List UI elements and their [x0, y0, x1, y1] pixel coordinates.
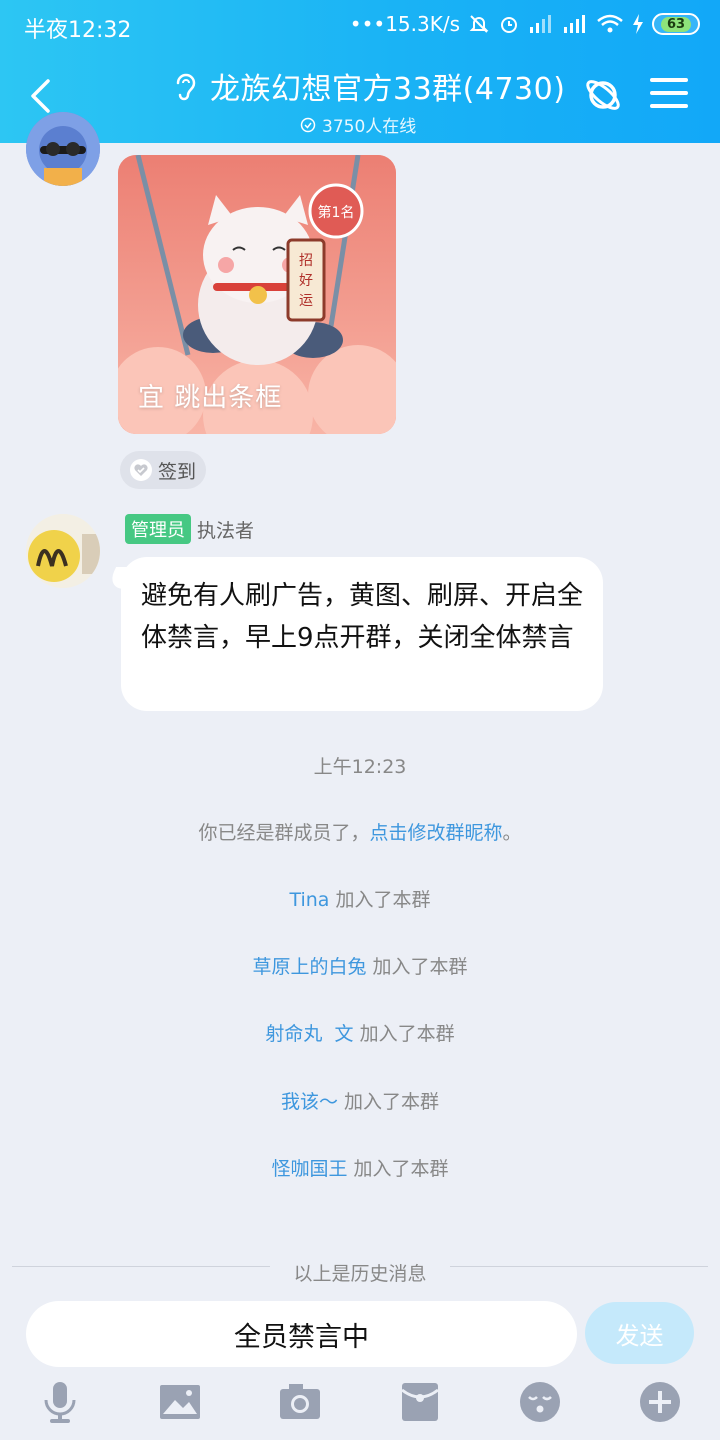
member-name-link[interactable]: 射命丸 文: [265, 1023, 353, 1045]
edit-nickname-link[interactable]: 点击修改群昵称: [369, 822, 502, 844]
avatar[interactable]: [26, 112, 100, 186]
member-name-link[interactable]: Tina: [289, 889, 329, 911]
plus-icon[interactable]: [638, 1380, 682, 1424]
cat-avatar-icon: [26, 112, 100, 186]
online-count: 3750人在线: [322, 117, 417, 137]
online-check-icon: [300, 117, 316, 132]
battery-indicator: 63: [652, 13, 700, 35]
red-packet-icon[interactable]: [398, 1380, 442, 1424]
send-button[interactable]: 发送: [585, 1302, 694, 1364]
signal-icon: [530, 15, 551, 33]
wifi-icon: [597, 14, 623, 33]
message-timestamp: 上午12:23: [313, 756, 407, 778]
status-bar: 半夜12:32 •••15.3K/s 63: [0, 0, 720, 52]
charging-icon: [633, 14, 643, 34]
member-name-link[interactable]: 我该～: [281, 1091, 338, 1113]
join-notice: 射命丸 文 加入了本群: [265, 1023, 455, 1045]
ear-icon: [176, 73, 196, 101]
svg-text:运: 运: [299, 293, 313, 309]
sender-name[interactable]: 执法者: [197, 516, 254, 543]
signin-button[interactable]: 签到: [120, 451, 206, 489]
member-name-link[interactable]: 怪咖国王: [271, 1158, 347, 1180]
svg-text:好: 好: [299, 273, 313, 289]
camera-icon[interactable]: [278, 1380, 322, 1424]
back-button[interactable]: [20, 74, 60, 118]
microphone-icon[interactable]: [38, 1380, 82, 1424]
menu-line: [650, 78, 688, 82]
emoji-icon[interactable]: [518, 1380, 562, 1424]
member-notice: 你已经是群成员了，点击修改群昵称。: [198, 822, 522, 844]
alarm-icon: [501, 17, 517, 33]
chevron-left-icon: [31, 79, 50, 113]
sender-info: 管理员 执法者: [125, 514, 254, 544]
input-toolbar: [0, 1380, 720, 1430]
signal-hd-icon: [564, 15, 585, 33]
join-notice: Tina 加入了本群: [289, 889, 431, 911]
chat-title-area[interactable]: 龙族幻想官方33群(4730) 3750人在线: [170, 64, 570, 137]
message-text: 避免有人刷广告，黄图、刷屏、开启全体禁言，早上9点开群，关闭全体禁言: [141, 581, 584, 653]
input-placeholder: 全员禁言中: [234, 1321, 369, 1353]
svg-text:第1名: 第1名: [318, 204, 355, 221]
admin-avatar-icon: [26, 514, 100, 588]
avatar[interactable]: [26, 514, 100, 588]
svg-text:招: 招: [299, 253, 313, 269]
menu-line: [650, 104, 688, 108]
group-planet-button[interactable]: [582, 74, 624, 116]
join-notice: 草原上的白兔 加入了本群: [252, 956, 468, 978]
admin-badge: 管理员: [125, 514, 191, 544]
mute-icon: [469, 15, 489, 33]
heart-check-icon: [129, 459, 152, 481]
join-notice: 怪咖国王 加入了本群: [271, 1158, 449, 1180]
menu-button[interactable]: [650, 78, 688, 114]
status-icons: •••15.3K/s 63: [350, 12, 700, 36]
page-title: 龙族幻想官方33群(4730): [210, 72, 566, 107]
history-label: 以上是历史消息: [270, 1259, 450, 1286]
network-speed: •••15.3K/s: [349, 12, 460, 36]
status-time: 半夜12:32: [24, 18, 132, 43]
menu-line: [650, 91, 688, 95]
image-icon[interactable]: [158, 1380, 202, 1424]
sticker-image[interactable]: 招 好 运 第1名 宜 跳出条框: [118, 155, 396, 434]
message-bubble[interactable]: 避免有人刷广告，黄图、刷屏、开启全体禁言，早上9点开群，关闭全体禁言: [121, 557, 603, 711]
header: 半夜12:32 •••15.3K/s 63 龙族幻想官方33群(4730) 37…: [0, 0, 720, 143]
planet-icon: [586, 80, 620, 110]
online-status: 3750人在线: [300, 112, 570, 137]
message-input[interactable]: 全员禁言中: [26, 1301, 577, 1367]
signin-label: 签到: [157, 460, 196, 483]
join-notice: 我该～ 加入了本群: [280, 1091, 440, 1113]
image-caption: 宜 跳出条框: [138, 383, 283, 413]
member-name-link[interactable]: 草原上的白兔: [252, 956, 366, 978]
